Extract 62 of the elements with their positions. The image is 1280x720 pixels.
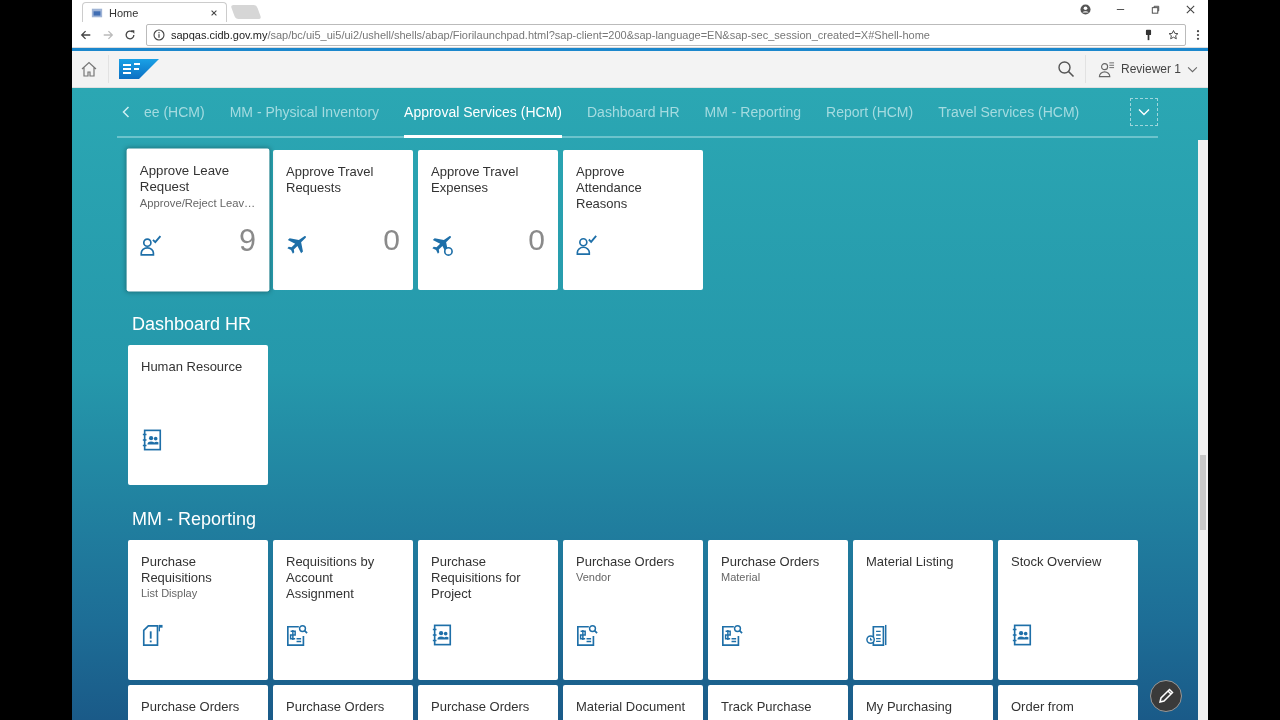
app-tile[interactable]: Purchase Orders [418,685,558,720]
app-tile[interactable]: Approve Attendance Reasons [563,150,703,290]
app-tile[interactable]: Purchase Orders Material [708,540,848,680]
app-tile[interactable]: Requisitions by Account Assignment [273,540,413,680]
info-icon[interactable] [153,28,165,41]
app-tile[interactable]: Purchase Requisitions List Display [128,540,268,680]
restore-icon[interactable] [1150,3,1161,15]
edit-button[interactable] [1150,680,1182,712]
person-check-icon [139,234,163,257]
back-icon[interactable] [80,28,92,41]
app-tile[interactable]: Human Resource [128,345,268,485]
group-title: MM - Reporting [131,508,258,531]
document-search-icon [286,624,308,646]
airplane-coin-icon [431,234,453,256]
star-icon[interactable] [1168,28,1179,41]
address-book-icon [141,429,163,451]
caret-icon [1138,108,1150,116]
app-tile[interactable]: Purchase Orders Vendor [563,540,703,680]
caret-icon [1187,65,1198,73]
close-icon[interactable] [210,8,218,17]
app-tile[interactable]: Stock Overview [998,540,1138,680]
overflow-button[interactable] [1130,98,1158,126]
document-search-icon [576,624,598,646]
address-book-icon [1011,624,1033,646]
tile-count: 0 [528,224,545,256]
group-title: Dashboard HR [131,313,253,336]
page-icon [91,6,103,19]
tile-count: 0 [383,224,400,256]
document-search-icon [721,624,743,646]
tab-title: Home [109,6,140,19]
app-tile[interactable]: Purchase Orders [128,685,268,720]
profile-icon[interactable] [1080,3,1091,15]
home-icon[interactable] [80,60,98,78]
airplane-icon [286,234,308,256]
user-icon [1097,60,1115,78]
app-tile[interactable]: My Purchasing [853,685,993,720]
app-tile[interactable]: Material Document [563,685,703,720]
close-icon[interactable] [1185,3,1196,15]
key-icon[interactable] [1143,28,1154,41]
url-text: sapqas.cidb.gov.my/sap/bc/ui5_ui5/ui2/ushell/shells/abap/Fiorilaunchpad.html?sap-client=200&sap-language=EN&sap-sec_session_created=X#Shell-home [171,28,931,41]
app-tile[interactable]: Track Purchase [708,685,848,720]
address-book-icon [431,624,453,646]
reload-icon[interactable] [124,28,136,41]
logo-drawing [119,59,159,79]
app-tile[interactable]: Approve Travel Requests 0 [273,150,413,290]
tile-count: 9 [239,224,257,257]
document-stack-icon [866,624,888,646]
person-check-icon [576,234,598,256]
app-tile[interactable]: Approve Leave Request Approve/Reject Leav… 9 [126,148,270,292]
search-icon[interactable] [1056,60,1075,78]
document-alert-icon [141,624,163,646]
app-tile[interactable]: Purchase Requisitions for Project [418,540,558,680]
scrollbar[interactable] [1198,140,1208,720]
app-tile[interactable]: Material Listing [853,540,993,680]
pencil-icon [1157,687,1175,705]
menu-icon[interactable] [1196,28,1200,41]
app-tile[interactable]: Purchase Orders [273,685,413,720]
app-tile[interactable]: Order from [998,685,1138,720]
app-tile[interactable]: Approve Travel Expenses 0 [418,150,558,290]
user-menu-button[interactable]: Reviewer 1 [1095,56,1200,82]
browser-tab[interactable]: Home [82,2,227,22]
address-bar[interactable]: sapqas.cidb.gov.my/sap/bc/ui5_ui5/ui2/ushell/shells/abap/Fiorilaunchpad.html?sap-client=200&sap-language=EN&sap-sec_session_created=X#Shell-home [146,23,1186,46]
